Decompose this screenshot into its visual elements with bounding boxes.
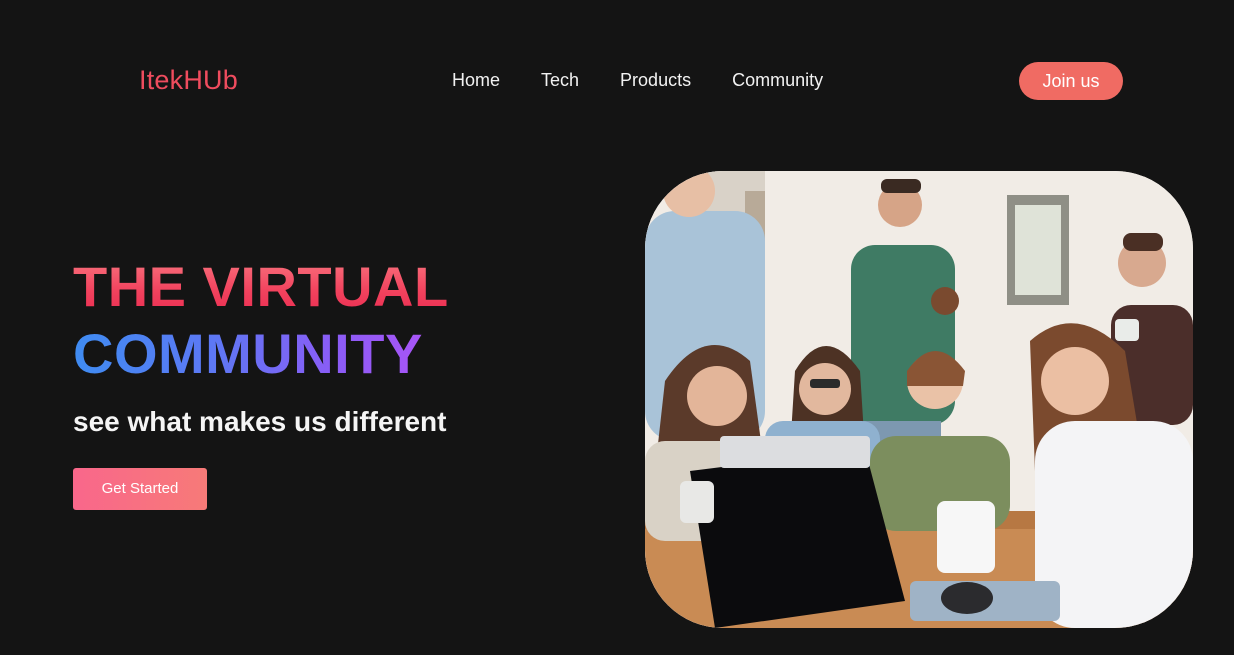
site-logo[interactable]: ItekHUb xyxy=(139,63,238,97)
main-nav: Home Tech Products Community xyxy=(452,69,823,91)
hero-group-photo xyxy=(645,171,1193,628)
nav-link-home[interactable]: Home xyxy=(452,69,500,91)
landing-page: ItekHUb Home Tech Products Community Joi… xyxy=(0,0,1234,655)
join-us-button[interactable]: Join us xyxy=(1019,62,1123,100)
nav-link-community[interactable]: Community xyxy=(732,69,823,91)
hero-tagline: see what makes us different xyxy=(73,406,447,437)
hero-title-line-1: THE VIRTUAL xyxy=(73,255,449,318)
nav-link-tech[interactable]: Tech xyxy=(541,69,579,91)
get-started-button[interactable]: Get Started xyxy=(73,468,207,510)
nav-link-products[interactable]: Products xyxy=(620,69,691,91)
hero-title-line-2: COMMUNITY xyxy=(73,322,423,385)
group-photo-illustration xyxy=(645,171,1193,628)
